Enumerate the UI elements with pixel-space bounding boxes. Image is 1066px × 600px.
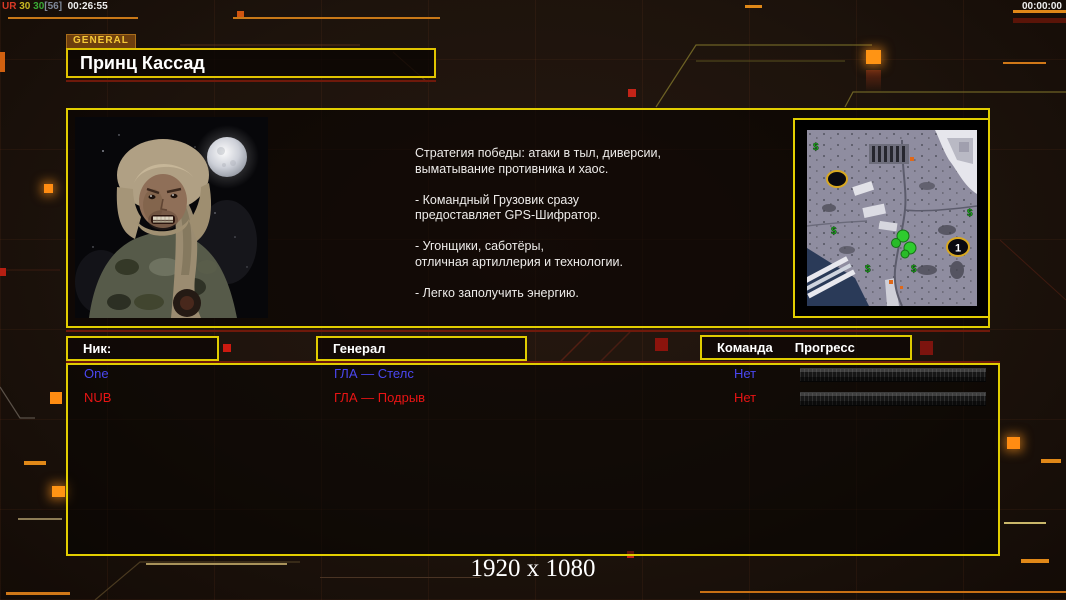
minimap: $ $ $ $ $ 1 bbox=[807, 130, 977, 306]
player-general: ГЛА — Стелс bbox=[334, 366, 414, 381]
decor-underline bbox=[66, 330, 990, 332]
column-header-general: Генерал bbox=[316, 336, 527, 361]
decor-dash bbox=[1013, 18, 1066, 23]
debug-seg: UR bbox=[2, 1, 20, 12]
debug-seg: 00:26:55 bbox=[64, 1, 108, 12]
minimap-money-marker: $ bbox=[967, 208, 973, 219]
decor-square bbox=[44, 184, 53, 193]
minimap-money-marker: $ bbox=[813, 142, 819, 153]
decor-square bbox=[655, 338, 668, 351]
resolution-label: 1920 x 1080 bbox=[470, 555, 596, 582]
decor-square bbox=[920, 341, 933, 355]
column-header-team-progress: Команда Прогресс bbox=[700, 335, 912, 360]
decor-square bbox=[52, 486, 65, 497]
player-name: NUB bbox=[84, 390, 112, 405]
player-team: Нет bbox=[734, 366, 757, 381]
minimap-start-marker bbox=[826, 170, 848, 188]
strategy-briefing-text: Стратегия победы: атаки в тыл, диверсии,… bbox=[415, 146, 661, 300]
decor-dash bbox=[24, 461, 46, 465]
loading-screen: UR 30 30[56] 00:26:55 00:00:00 GENERAL П… bbox=[0, 0, 1066, 600]
decor-dash bbox=[1004, 522, 1046, 524]
minimap-money-marker: $ bbox=[865, 264, 871, 275]
decor-dash bbox=[700, 591, 1066, 593]
start-marker-number: 1 bbox=[955, 243, 961, 255]
debug-overlay: UR 30 30[56] 00:26:55 bbox=[2, 1, 108, 12]
debug-seg: 30 bbox=[19, 1, 34, 12]
decor-square bbox=[0, 268, 6, 276]
decor-dash bbox=[745, 5, 762, 8]
player-team: Нет bbox=[734, 390, 757, 405]
decor-underline bbox=[66, 80, 436, 82]
decor-square bbox=[223, 344, 231, 352]
general-title-box: Принц Кассад bbox=[66, 48, 436, 78]
decor-dash bbox=[18, 518, 62, 520]
decor-reflection bbox=[866, 70, 881, 92]
decor-dash bbox=[6, 592, 70, 595]
general-portrait bbox=[75, 117, 268, 318]
decor-dash bbox=[1041, 459, 1061, 463]
game-clock: 00:00:00 bbox=[1021, 1, 1062, 12]
debug-seg: 30 bbox=[33, 1, 45, 12]
column-label: Ник: bbox=[83, 341, 112, 356]
column-label: Генерал bbox=[333, 341, 386, 356]
decor-dash bbox=[1003, 62, 1046, 64]
decor-dash bbox=[8, 17, 138, 19]
minimap-money-marker: $ bbox=[911, 264, 917, 275]
decor-dash bbox=[233, 17, 440, 19]
column-header-nick: Ник: bbox=[66, 336, 219, 361]
minimap-money-marker: $ bbox=[831, 226, 837, 237]
moon-icon bbox=[207, 137, 247, 177]
player-general: ГЛА — Подрыв bbox=[334, 390, 426, 405]
player-name: One bbox=[84, 366, 109, 381]
decor-square bbox=[866, 50, 881, 64]
progress-bar bbox=[800, 392, 986, 406]
decor-square bbox=[50, 392, 62, 404]
decor-square bbox=[628, 89, 636, 97]
supply-dot bbox=[910, 157, 914, 161]
progress-bar bbox=[800, 368, 986, 382]
column-label: Команда bbox=[717, 340, 773, 355]
page-title: Принц Кассад bbox=[80, 52, 205, 73]
decor-bar bbox=[0, 52, 5, 72]
debug-seg: [56] bbox=[44, 1, 65, 12]
column-label: Прогресс bbox=[794, 340, 855, 355]
decor-square bbox=[1007, 437, 1020, 449]
